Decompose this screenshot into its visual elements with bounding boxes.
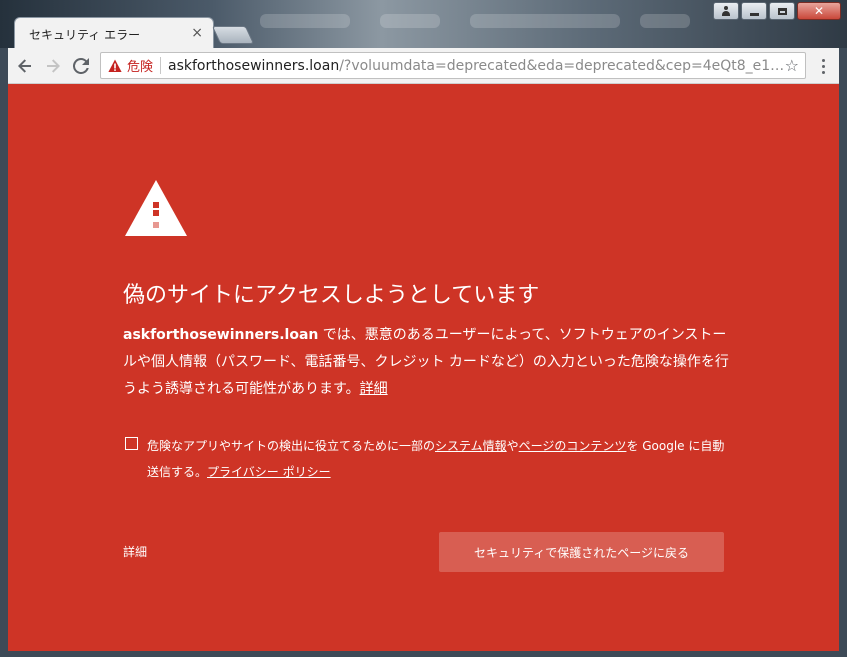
close-icon: ✕ [813,4,825,18]
consent-text-prefix: 危険なアプリやサイトの検出に役立てるために一部の [147,439,436,453]
address-bar-separator [160,57,162,74]
warning-description: askforthosewinners.loan では、悪意のあるユーザーによって… [123,322,733,403]
privacy-policy-link[interactable]: プライバシー ポリシー [207,465,331,479]
back-to-safety-button[interactable]: セキュリティで保護されたページに戻る [439,532,724,572]
site-name: askforthosewinners.loan [123,327,319,343]
url-path: /?voluumdata=deprecated&eda=deprecated&c… [339,57,785,74]
menu-dot-icon [821,70,825,74]
details-button[interactable]: 詳細 [123,543,147,560]
tab-close-icon[interactable]: × [191,25,203,41]
maximize-icon [777,7,787,15]
minimize-button[interactable] [741,2,767,20]
menu-dot-icon [821,64,825,68]
system-info-link[interactable]: システム情報 [435,439,507,453]
reload-icon [73,58,89,74]
window-controls: ✕ [713,2,841,20]
safe-browsing-checkbox[interactable] [125,437,138,450]
maximize-button[interactable] [769,2,795,20]
arrow-right-icon [47,59,60,73]
browser-toolbar: 危険 askforthosewinners.loan /?voluumdata=… [8,48,839,84]
reload-button[interactable] [70,55,92,77]
forward-button[interactable] [42,55,64,77]
security-status-label[interactable]: 危険 [127,56,153,75]
warning-triangle-icon [108,59,122,72]
address-bar[interactable]: 危険 askforthosewinners.loan /?voluumdata=… [100,52,806,79]
menu-dot-icon [821,58,825,62]
safe-browsing-consent: 危険なアプリやサイトの検出に役立てるために一部のシステム情報やページのコンテンツ… [147,433,727,485]
minimize-icon [749,12,759,16]
page-content-link[interactable]: ページのコンテンツ [519,439,627,453]
interstitial-page: 偽のサイトにアクセスしようとしています askforthosewinners.l… [8,84,839,651]
browser-menu-button[interactable] [813,55,833,77]
tab-title: セキュリティ エラー [29,28,141,42]
browser-window: ✕ セキュリティ エラー × 危険 askforthosewinners.loa… [0,0,847,657]
url-host: askforthosewinners.loan [168,57,340,74]
learn-more-link[interactable]: 詳細 [360,381,388,397]
page-title: 偽のサイトにアクセスしようとしています [123,283,540,308]
consent-text-mid: や [506,439,519,453]
arrow-left-icon [18,59,31,73]
tab-security-error[interactable]: セキュリティ エラー × [14,17,214,49]
back-button[interactable] [14,55,36,77]
close-window-button[interactable]: ✕ [797,2,841,20]
user-profile-button[interactable] [713,2,739,20]
user-icon [721,6,731,16]
warning-icon [125,180,187,236]
bookmark-star-icon[interactable]: ☆ [785,56,799,75]
